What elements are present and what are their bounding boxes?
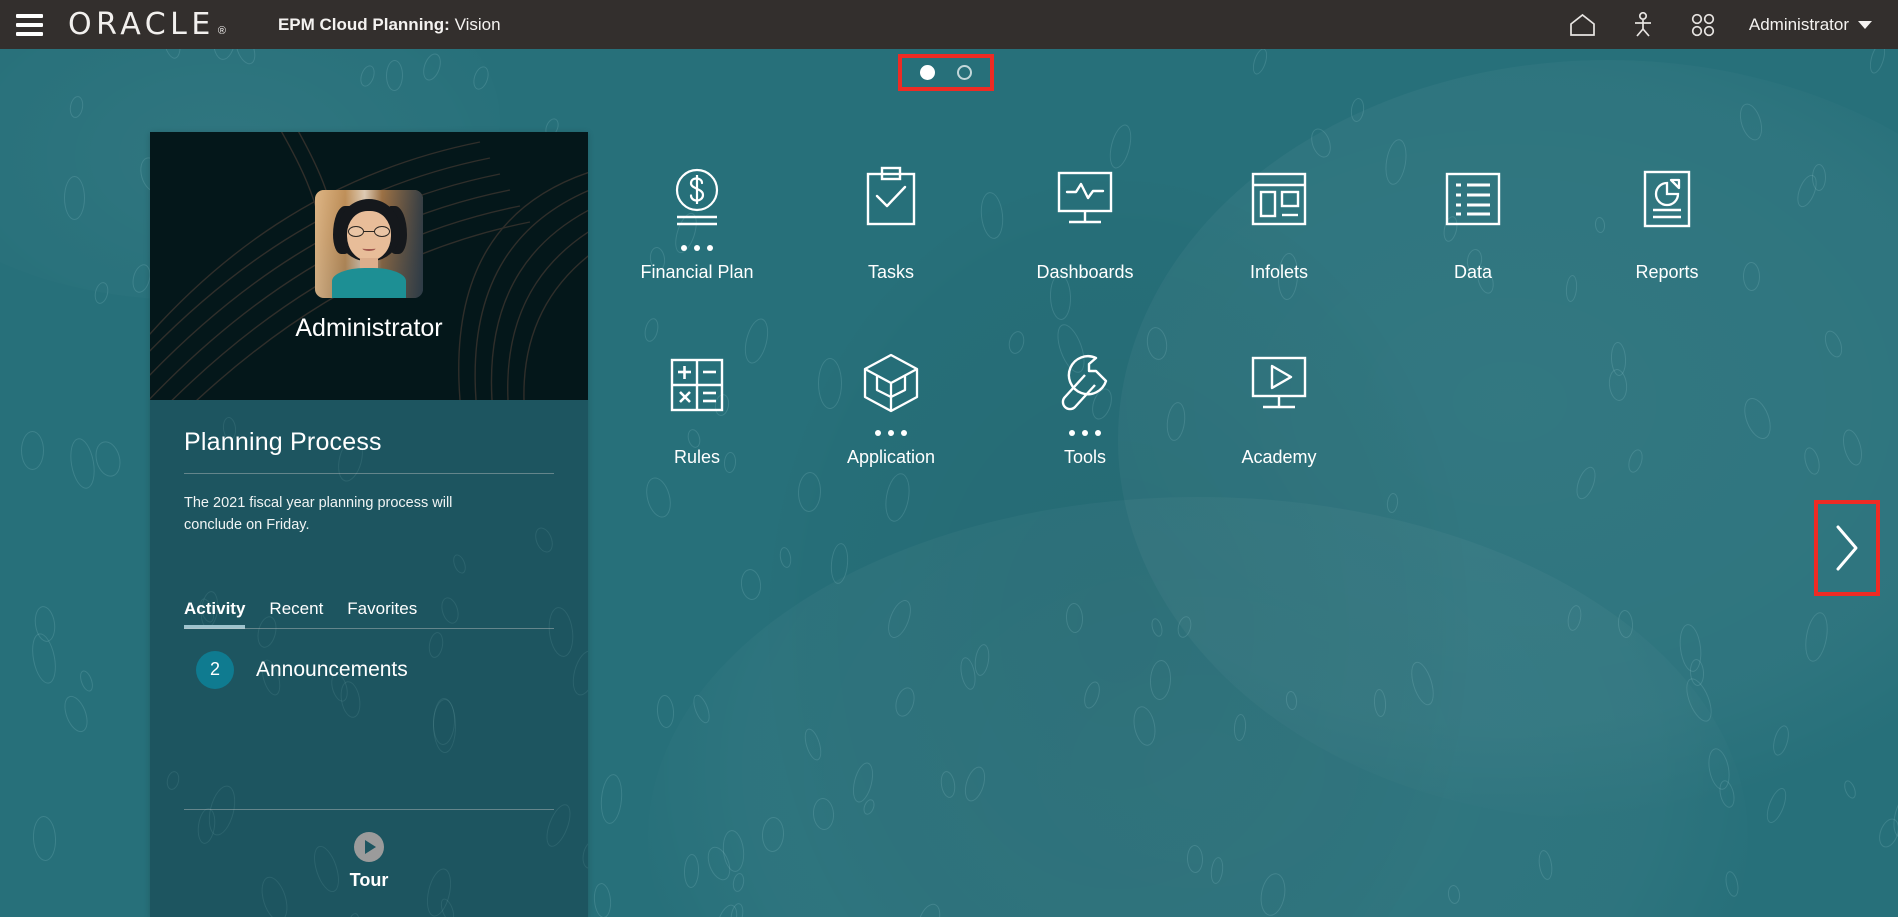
- wrench-icon: [1045, 345, 1125, 425]
- avatar-name: Administrator: [295, 314, 442, 343]
- nav-label: Data: [1454, 262, 1492, 283]
- navigation-card-grid: Financial Plan Tasks: [600, 160, 1800, 468]
- grid-list-icon: [1433, 160, 1513, 240]
- avatar-panel: Administrator: [150, 132, 588, 400]
- monitor-chart-icon: [1045, 160, 1125, 240]
- home-icon[interactable]: [1555, 0, 1611, 49]
- user-info-card: Administrator Planning Process The 2021 …: [150, 132, 588, 917]
- tab-recent[interactable]: Recent: [269, 599, 323, 628]
- announcements-label: Announcements: [256, 658, 408, 682]
- planning-process-text: The 2021 fiscal year planning process wi…: [184, 493, 484, 537]
- avatar[interactable]: [315, 190, 423, 298]
- nav-label: Academy: [1241, 447, 1316, 468]
- page-title: EPM Cloud Planning: Vision: [278, 15, 501, 35]
- oracle-logo-text: ORACLE: [68, 7, 215, 42]
- nav-card-data[interactable]: Data: [1376, 160, 1570, 283]
- divider: [184, 809, 554, 810]
- tour-button[interactable]: Tour: [184, 832, 554, 891]
- hamburger-menu-icon[interactable]: [0, 0, 58, 49]
- app-name: EPM Cloud Planning:: [278, 15, 450, 34]
- nav-label: Tools: [1064, 447, 1106, 468]
- nav-card-financial-plan[interactable]: Financial Plan: [600, 160, 794, 283]
- card-tabs: Activity Recent Favorites: [184, 599, 554, 628]
- play-circle-icon: [354, 832, 384, 862]
- status-badge: 2: [196, 651, 234, 689]
- nav-label: Financial Plan: [640, 262, 753, 283]
- monitor-play-icon: [1239, 345, 1319, 425]
- nav-label: Dashboards: [1036, 262, 1133, 283]
- nav-card-application[interactable]: Application: [794, 345, 988, 468]
- tab-favorites[interactable]: Favorites: [347, 599, 417, 628]
- nav-card-tools[interactable]: Tools: [988, 345, 1182, 468]
- window-panels-icon: [1239, 160, 1319, 240]
- dollar-coin-lines-icon: [657, 160, 737, 240]
- tabs-divider: [184, 628, 554, 629]
- nav-label: Application: [847, 447, 935, 468]
- nav-card-reports[interactable]: Reports: [1570, 160, 1764, 283]
- divider: [184, 473, 554, 474]
- page-indicator-highlight: [898, 54, 994, 91]
- nav-label: Tasks: [868, 262, 914, 283]
- chevron-down-icon: [1858, 21, 1872, 29]
- cluster-dots: [875, 425, 907, 441]
- tab-activity[interactable]: Activity: [184, 599, 245, 628]
- app-instance: Vision: [455, 15, 501, 34]
- user-menu[interactable]: Administrator: [1735, 0, 1882, 49]
- nav-card-rules[interactable]: Rules: [600, 345, 794, 468]
- calculator-operators-icon: [657, 345, 737, 425]
- planning-process-panel: Planning Process The 2021 fiscal year pl…: [150, 400, 588, 917]
- planning-process-title: Planning Process: [184, 428, 554, 457]
- nav-label: Infolets: [1250, 262, 1308, 283]
- user-menu-label: Administrator: [1749, 15, 1849, 35]
- page-dot-2[interactable]: [957, 65, 972, 80]
- accessibility-icon[interactable]: [1615, 0, 1671, 49]
- nav-card-dashboards[interactable]: Dashboards: [988, 160, 1182, 283]
- cube-icon: [851, 345, 931, 425]
- list-item[interactable]: 2 Announcements: [184, 651, 554, 689]
- next-page-button[interactable]: [1814, 500, 1880, 596]
- page-indicator: [0, 49, 1898, 91]
- apps-grid-icon[interactable]: [1675, 0, 1731, 49]
- cluster-dots: [681, 240, 713, 256]
- page-dot-1[interactable]: [920, 65, 935, 80]
- document-pie-chart-icon: [1627, 160, 1707, 240]
- nav-label: Reports: [1635, 262, 1698, 283]
- nav-label: Rules: [674, 447, 720, 468]
- global-header: ORACLE ® EPM Cloud Planning: Vision: [0, 0, 1898, 49]
- nav-card-academy[interactable]: Academy: [1182, 345, 1376, 468]
- chevron-right-icon: [1831, 522, 1863, 574]
- tour-label: Tour: [350, 870, 389, 891]
- nav-card-infolets[interactable]: Infolets: [1182, 160, 1376, 283]
- planning-home-page: ORACLE ® EPM Cloud Planning: Vision: [0, 0, 1898, 917]
- oracle-logo-registered: ®: [218, 25, 226, 37]
- header-actions: Administrator: [1555, 0, 1898, 49]
- cluster-dots: [1069, 425, 1101, 441]
- nav-card-tasks[interactable]: Tasks: [794, 160, 988, 283]
- clipboard-check-icon: [851, 160, 931, 240]
- oracle-logo[interactable]: ORACLE ®: [68, 7, 226, 42]
- tour-section: Tour: [184, 809, 554, 917]
